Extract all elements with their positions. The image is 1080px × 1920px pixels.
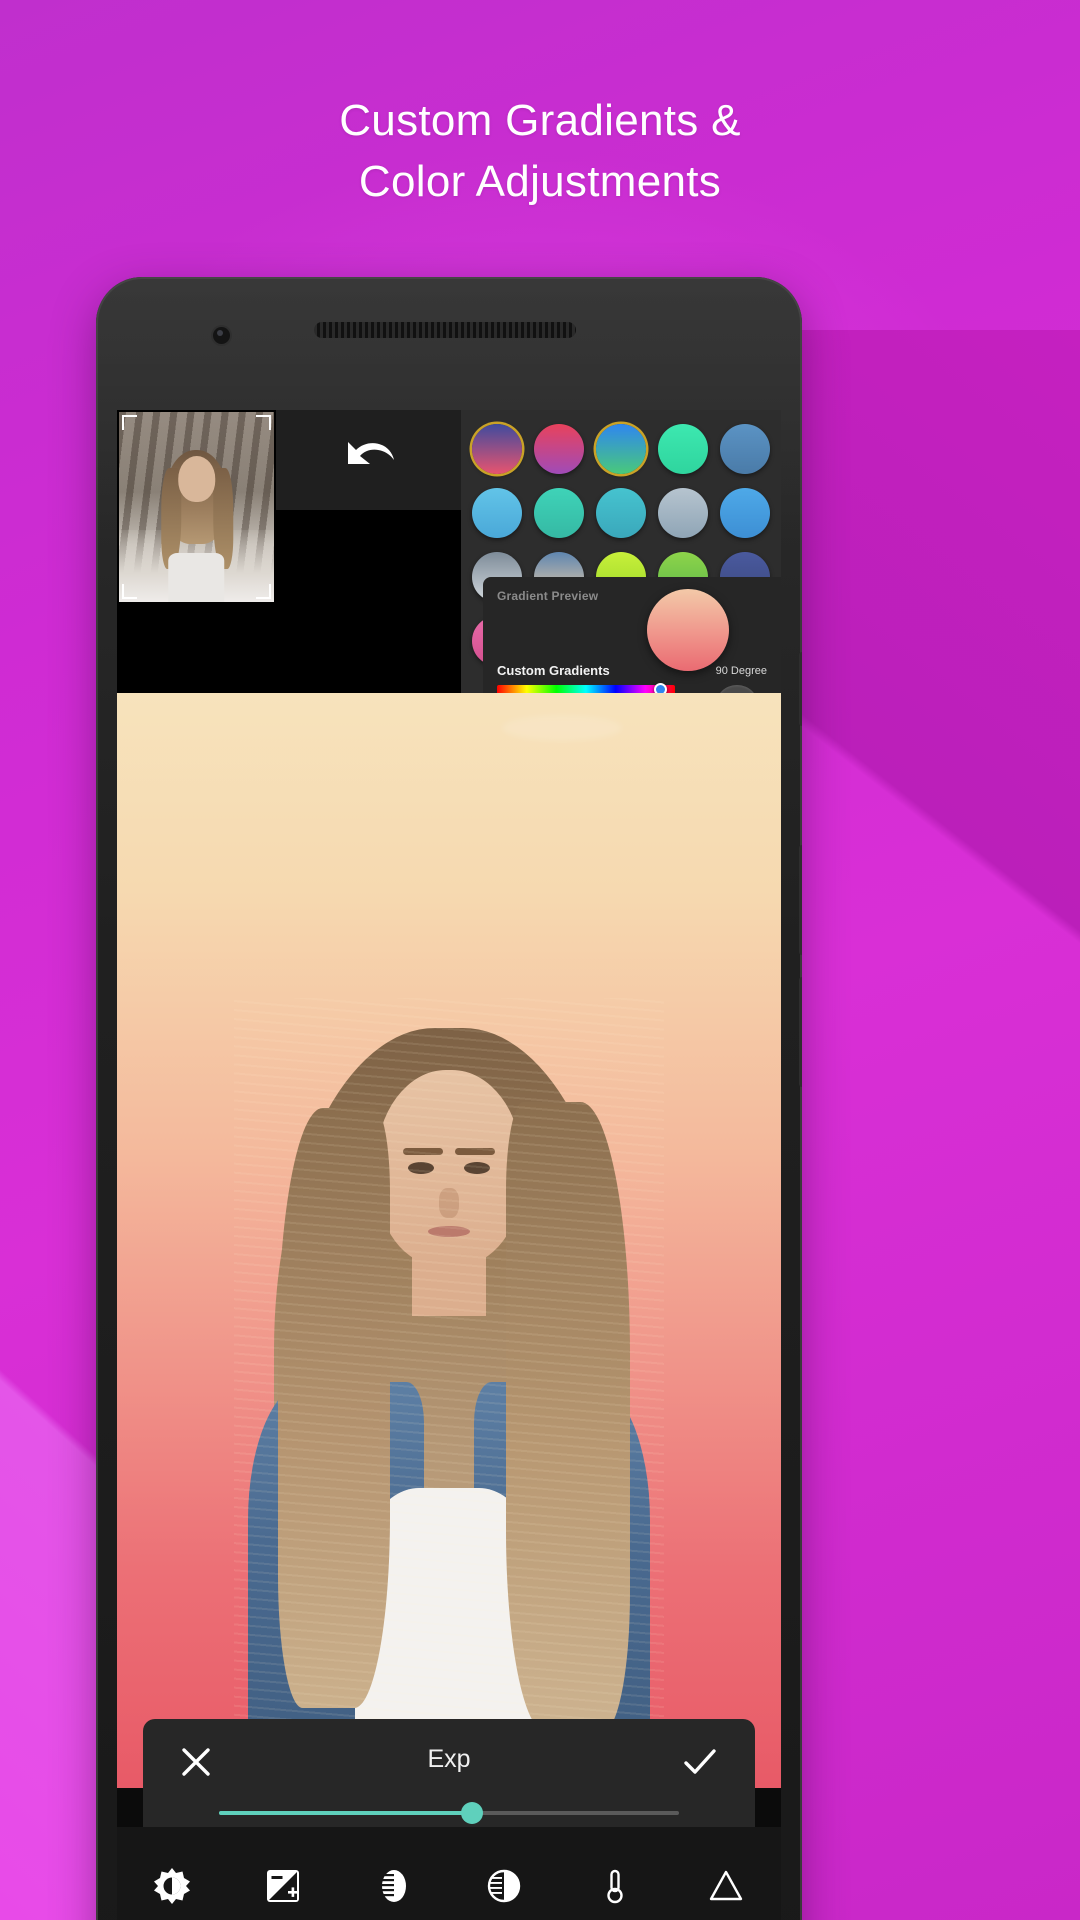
gradient-swatch-teal[interactable] <box>534 488 584 538</box>
gradient-swatch-azure[interactable] <box>720 488 770 538</box>
slider-thumb[interactable] <box>461 1802 483 1824</box>
exposure-icon <box>264 1867 302 1905</box>
thumbnail-image <box>119 412 274 602</box>
subject-hair-right <box>506 1102 630 1732</box>
thumbnail-person <box>158 450 236 602</box>
side-button-top[interactable] <box>799 652 802 726</box>
headline-line-2: Color Adjustments <box>358 157 722 206</box>
page-title: Custom Gradients & Color Adjustments <box>0 90 1080 212</box>
thumbnail-face <box>177 456 216 502</box>
toolbar-item-brightness[interactable]: Brightness <box>117 1867 228 1920</box>
subject-eye-left <box>408 1162 434 1174</box>
gradient-swatch-steel-blue[interactable] <box>720 424 770 474</box>
shadows-icon <box>485 1867 523 1905</box>
thumbnail-body <box>168 553 225 602</box>
subject-hair-left <box>278 1108 390 1708</box>
subject-nose <box>439 1188 459 1218</box>
highlights-icon <box>375 1867 413 1905</box>
editor-top-bar: Gradient Preview Custom Gradients 90 Deg… <box>117 410 781 760</box>
gradient-preview-ball <box>647 589 729 671</box>
earpiece-speaker <box>314 322 576 338</box>
edited-photo-canvas[interactable] <box>117 693 781 1788</box>
gradient-swatch-mint[interactable] <box>658 424 708 474</box>
custom-gradients-title: Custom Gradients <box>497 663 610 678</box>
phone-screen: Gradient Preview Custom Gradients 90 Deg… <box>117 410 781 1920</box>
subject-brow-right <box>455 1148 495 1155</box>
check-icon[interactable] <box>683 1747 717 1777</box>
temperature-icon <box>596 1867 634 1905</box>
adjustment-title: Exp <box>427 1745 471 1773</box>
toolbar-item-shadows[interactable]: Shadows <box>449 1867 560 1920</box>
photo-highlight-smudge <box>502 714 623 741</box>
subject-mouth <box>428 1226 470 1237</box>
front-camera-icon <box>213 327 230 344</box>
bottom-toolbar: BrightnessExposureHighlightsShadowsTempe… <box>117 1827 781 1920</box>
subject-face <box>376 1070 522 1266</box>
gradient-swatch-sky-blue[interactable] <box>472 488 522 538</box>
undo-icon[interactable] <box>338 434 400 486</box>
gradient-swatch-blue-magenta-green[interactable] <box>596 424 646 474</box>
gradient-swatch-red-violet[interactable] <box>534 424 584 474</box>
close-icon[interactable] <box>181 1747 211 1777</box>
brightness-icon <box>153 1867 191 1905</box>
headline-line-1: Custom Gradients & <box>339 96 741 145</box>
subject-brow-left <box>403 1148 443 1155</box>
undo-toolbar <box>276 410 461 510</box>
sharpen-icon <box>707 1867 745 1905</box>
side-button-middle[interactable] <box>799 845 802 955</box>
toolbar-item-highlights[interactable]: Highlights <box>338 1867 449 1920</box>
toolbar-item-exposure[interactable]: Exposure <box>228 1867 339 1920</box>
slider-fill <box>219 1811 472 1815</box>
gradient-swatch-grey-blue[interactable] <box>658 488 708 538</box>
gradient-preview-title: Gradient Preview <box>497 589 599 603</box>
phone-device-mockup: Gradient Preview Custom Gradients 90 Deg… <box>96 277 802 1920</box>
side-button-bottom[interactable] <box>799 977 802 1087</box>
gradient-swatch-cyan-teal[interactable] <box>596 488 646 538</box>
adjustment-panel-header: Exp <box>143 1719 755 1793</box>
toolbar-item-sharpen[interactable]: Sharpen <box>670 1867 781 1920</box>
photo-subject <box>234 998 664 1788</box>
original-photo-thumbnail[interactable] <box>117 410 276 604</box>
toolbar-item-tempera[interactable]: Tempera... <box>560 1867 671 1920</box>
degree-label: 90 Degree <box>715 665 767 677</box>
subject-eye-right <box>464 1162 490 1174</box>
gradient-swatch-purple-pink[interactable] <box>472 424 522 474</box>
